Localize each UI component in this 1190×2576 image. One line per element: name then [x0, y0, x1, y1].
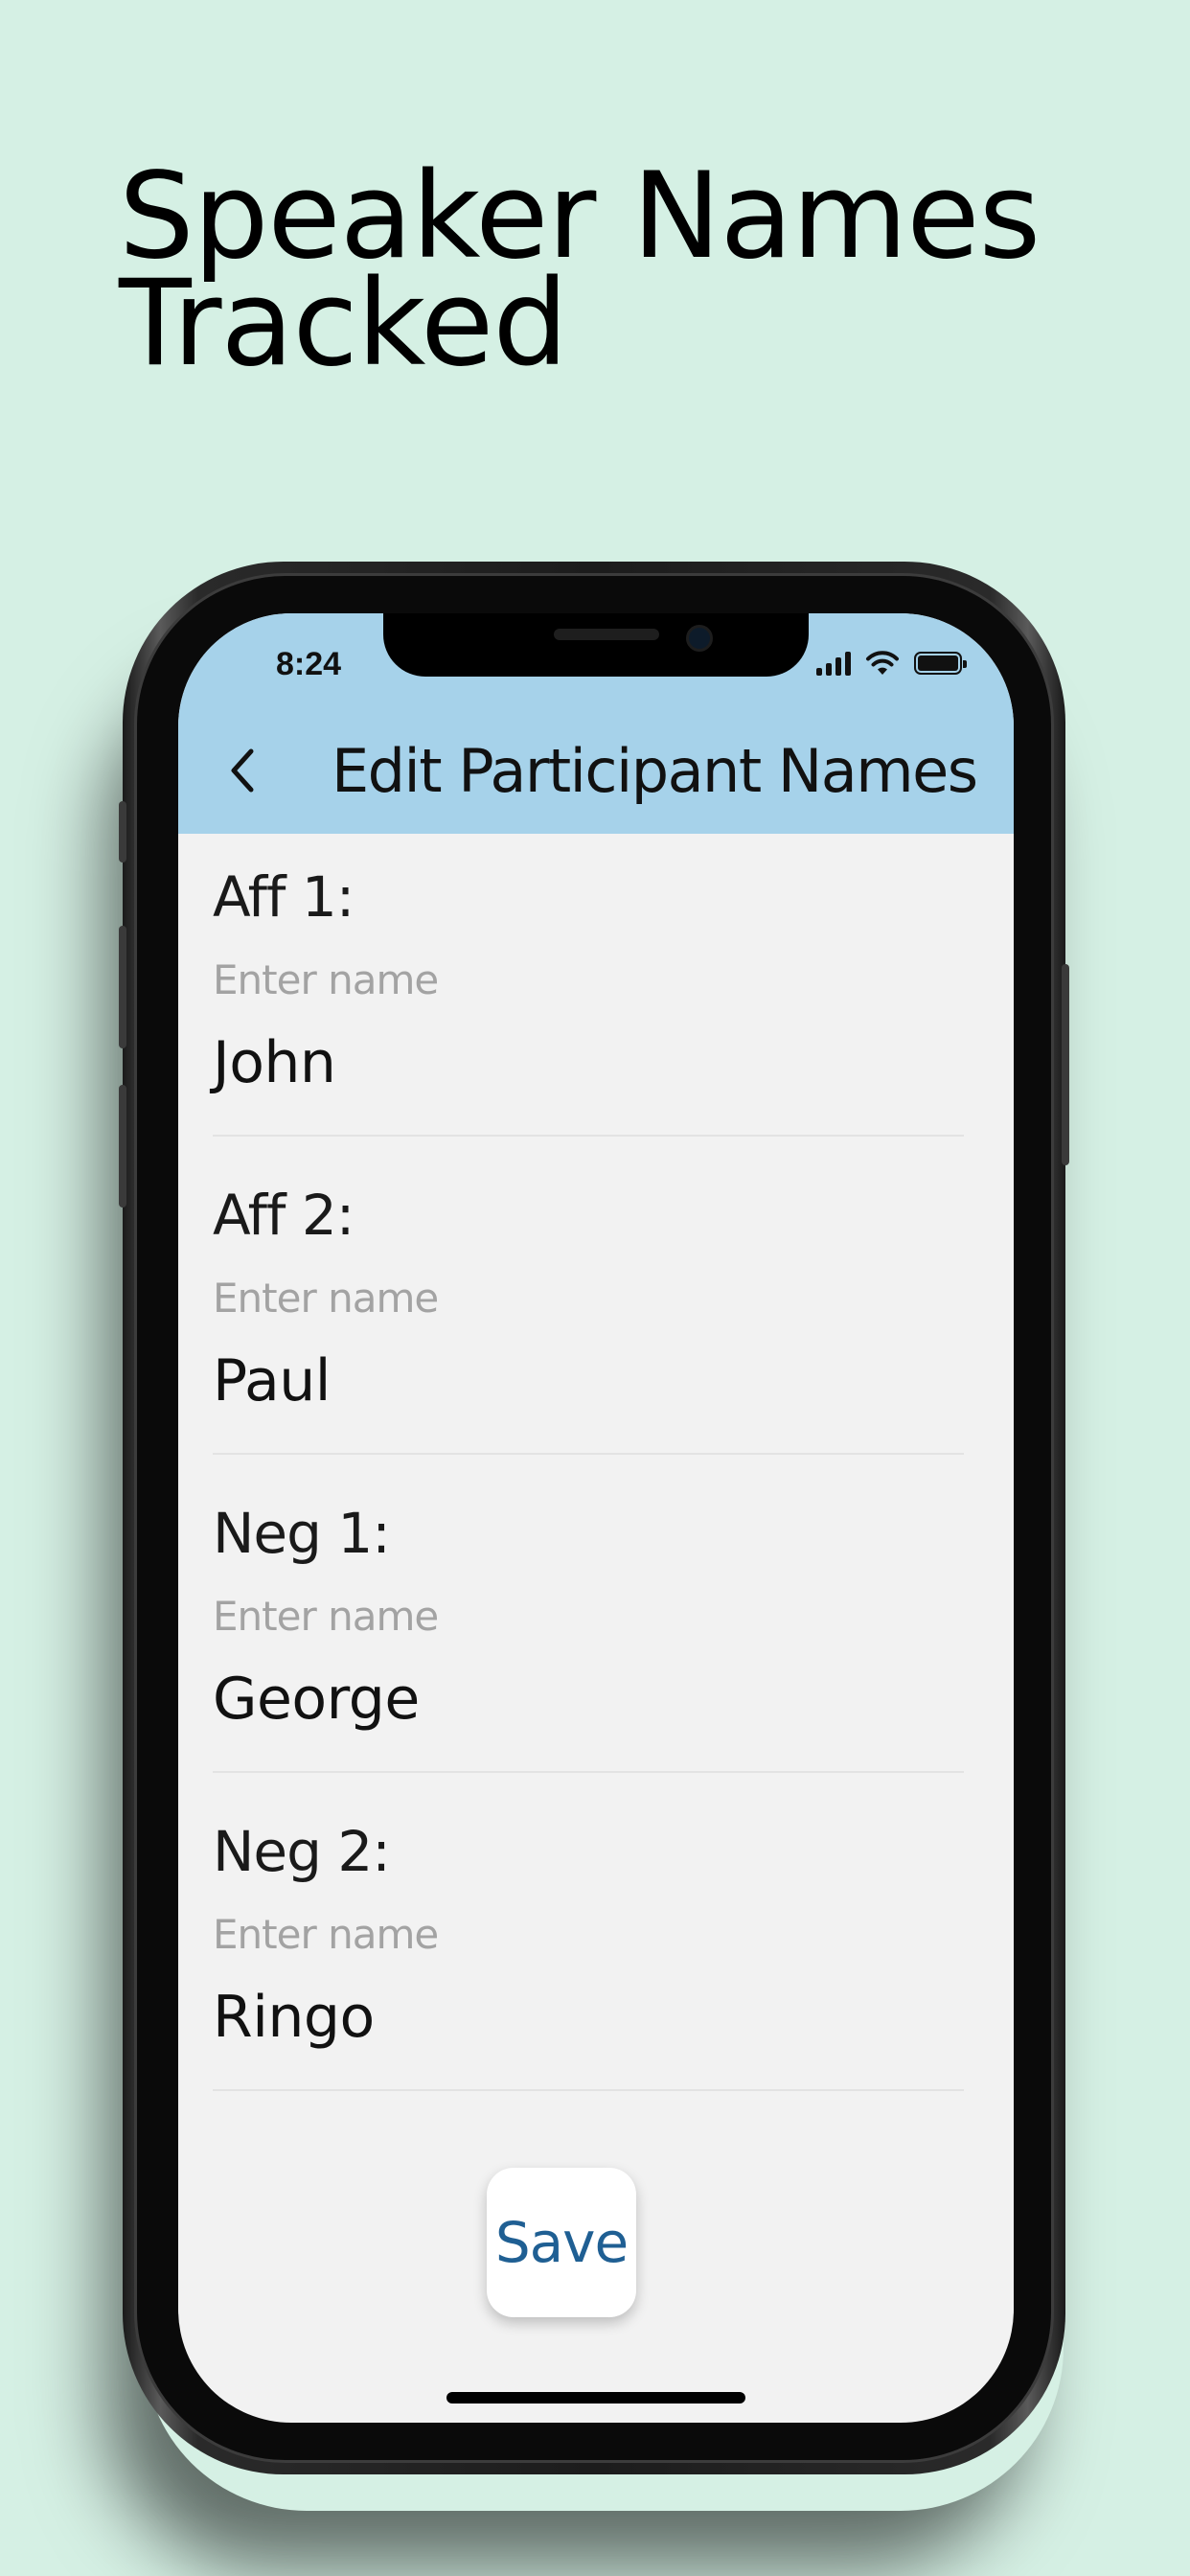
home-indicator[interactable]: [446, 2392, 745, 2404]
status-time: 8:24: [276, 646, 342, 682]
divider: [213, 2089, 964, 2091]
chevron-left-icon: [231, 748, 254, 793]
battery-icon: [914, 652, 967, 675]
cellular-signal-icon: [816, 651, 851, 676]
field-label: Aff 1:: [213, 864, 355, 930]
field-placeholder: Enter name: [213, 1593, 439, 1640]
field-label: Neg 2:: [213, 1819, 391, 1884]
volume-up-button: [119, 926, 126, 1048]
power-button: [1062, 964, 1069, 1165]
field-placeholder: Enter name: [213, 956, 439, 1003]
field-label: Neg 1:: [213, 1501, 391, 1566]
mute-switch: [119, 801, 126, 862]
divider: [213, 1453, 964, 1455]
nav-header: 8:24 Edit Participant Names: [178, 613, 1014, 834]
status-icons: [816, 650, 967, 677]
phone-screen: 8:24 Edit Participant Names Aff 1: Enter…: [178, 613, 1014, 2423]
page-title: Edit Participant Names: [332, 736, 978, 806]
headline-line-2: Tracked: [119, 255, 568, 393]
marketing-headline: Speaker Names Tracked: [119, 157, 1041, 393]
back-button[interactable]: [213, 740, 274, 801]
name-input[interactable]: Paul: [213, 1347, 964, 1424]
wifi-icon: [866, 651, 899, 675]
divider: [213, 1771, 964, 1773]
save-button[interactable]: Save: [487, 2168, 636, 2317]
name-input[interactable]: George: [213, 1666, 964, 1742]
name-input[interactable]: John: [213, 1029, 964, 1106]
divider: [213, 1135, 964, 1137]
field-label: Aff 2:: [213, 1183, 355, 1248]
earpiece-speaker: [554, 629, 659, 640]
name-input[interactable]: Ringo: [213, 1984, 964, 2060]
phone-notch: [383, 613, 809, 677]
field-placeholder: Enter name: [213, 1911, 439, 1958]
field-placeholder: Enter name: [213, 1275, 439, 1322]
front-camera-icon: [686, 625, 713, 652]
volume-down-button: [119, 1085, 126, 1208]
